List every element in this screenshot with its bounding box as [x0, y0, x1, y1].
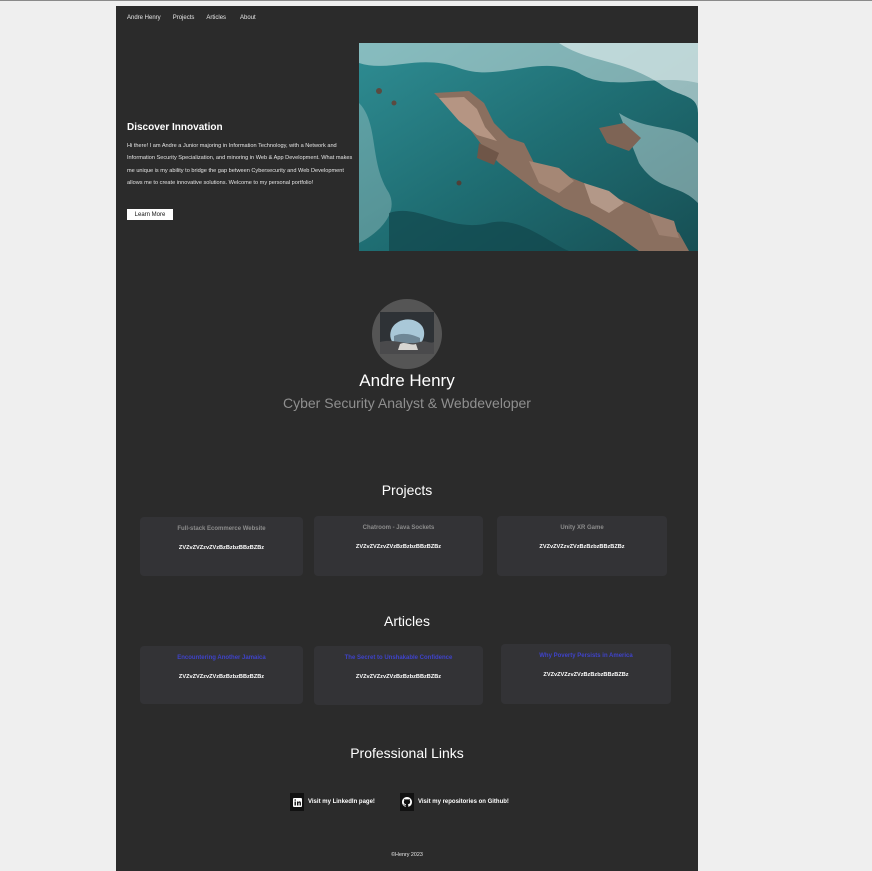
article-card-title[interactable]: The Secret to Unshakable Confidence	[345, 655, 453, 661]
article-card-title[interactable]: Why Poverty Persists in America	[539, 653, 632, 659]
project-card-title: Unity XR Game	[560, 525, 604, 531]
project-card-description: ZVZvZVZzvZVzBzBzbzBBzBZBz	[178, 545, 265, 551]
profile-avatar	[372, 299, 442, 369]
project-card-title: Chatroom - Java Sockets	[362, 525, 435, 531]
article-card[interactable]: Why Poverty Persists in America ZVZvZVZz…	[501, 644, 671, 704]
project-card-description: ZVZvZVZzvZVzBzBzbzBBzBZBz	[539, 544, 625, 550]
article-card-title[interactable]: Encountering Another Jamaica	[177, 655, 265, 661]
article-card-description: ZVZvZVZzvZVzBzBzbzBBzBZBz	[178, 674, 265, 680]
github-link-label: Visit my repositories on Github!	[418, 799, 509, 805]
nav-brand-link[interactable]: Andre Henry	[127, 15, 161, 21]
nav-item-about[interactable]: About	[240, 15, 256, 21]
projects-heading: Projects	[381, 482, 433, 498]
article-card[interactable]: Encountering Another Jamaica ZVZvZVZzvZV…	[140, 646, 303, 704]
github-link[interactable]: Visit my repositories on Github!	[400, 792, 509, 812]
project-card-title: Full-stack Ecommerce Website	[177, 526, 266, 532]
portfolio-page: Andre Henry Projects Articles About Disc…	[116, 6, 698, 871]
hero-ocean-image	[359, 43, 698, 251]
ocean-rocks-picture	[359, 43, 698, 251]
profile-name: Andre Henry	[359, 371, 455, 390]
professional-links-heading: Professional Links	[350, 745, 464, 761]
hero-description: Hi there! I am Andre a Junior majoring i…	[127, 143, 353, 186]
github-icon	[400, 793, 414, 811]
project-card-description: ZVZvZVZzvZVzBzBzbzBBzBZBz	[355, 544, 442, 550]
profile-role: Cyber Security Analyst & Webdeveloper	[283, 395, 531, 411]
project-card[interactable]: Chatroom - Java Sockets ZVZvZVZzvZVzBzBz…	[314, 516, 483, 576]
learn-more-button[interactable]: Learn More	[127, 209, 173, 220]
project-card[interactable]: Full-stack Ecommerce Website ZVZvZVZzvZV…	[140, 517, 303, 576]
linkedin-link[interactable]: Visit my LinkedIn page!	[290, 792, 375, 812]
avatar-cave-picture	[380, 312, 434, 354]
project-card[interactable]: Unity XR Game ZVZvZVZzvZVzBzBzbzBBzBZBz	[497, 516, 667, 576]
nav-item-articles[interactable]: Articles	[206, 15, 226, 21]
article-card[interactable]: The Secret to Unshakable Confidence ZVZv…	[314, 646, 483, 705]
window-top-border	[0, 0, 872, 1]
linkedin-link-label: Visit my LinkedIn page!	[308, 799, 375, 805]
articles-heading: Articles	[384, 613, 430, 629]
footer-copyright: ©Henry 2023	[391, 852, 423, 858]
top-nav: Andre Henry Projects Articles About	[127, 15, 256, 21]
article-card-description: ZVZvZVZzvZVzBzBzbzBBzBZBz	[355, 674, 442, 680]
linkedin-icon	[290, 793, 304, 811]
nav-item-projects[interactable]: Projects	[173, 15, 195, 21]
article-card-description: ZVZvZVZzvZVzBzBzbzBBzBZBz	[543, 672, 629, 678]
hero-title: Discover Innovation	[127, 122, 223, 133]
